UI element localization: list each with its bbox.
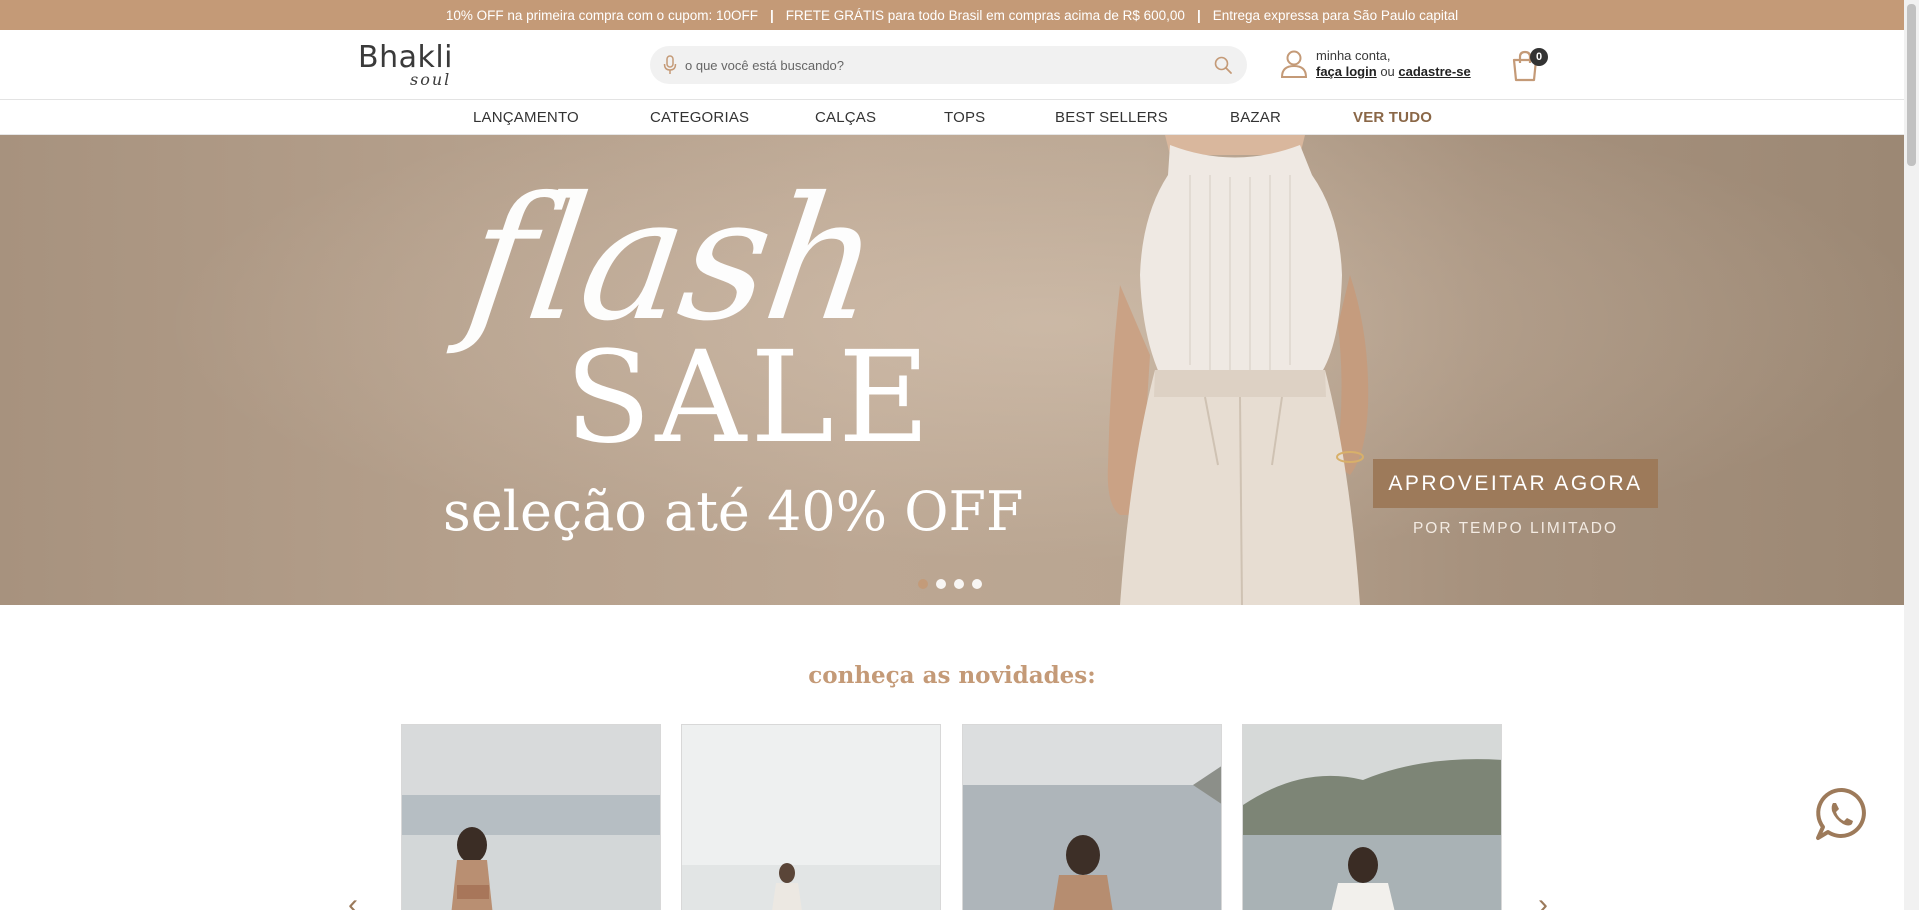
announcement-separator: | xyxy=(769,7,774,23)
hero-flash-script: flash xyxy=(456,161,890,359)
login-link[interactable]: faça login xyxy=(1316,64,1377,79)
site-header: Bhakli soul minha conta, f xyxy=(0,30,1904,100)
nav-item-best-sellers[interactable]: BEST SELLERS xyxy=(1055,109,1168,126)
carousel-dot-4[interactable] xyxy=(972,579,982,589)
whatsapp-icon[interactable] xyxy=(1814,786,1870,842)
carousel-prev-arrow[interactable]: ‹ xyxy=(348,888,358,910)
signup-link[interactable]: cadastre-se xyxy=(1398,64,1470,79)
scrollbar-thumb[interactable] xyxy=(1907,4,1916,166)
search-bar xyxy=(650,46,1247,84)
account-links: faça login ou cadastre-se xyxy=(1316,64,1471,80)
hero-limited-time: POR TEMPO LIMITADO xyxy=(1412,520,1619,537)
user-icon[interactable] xyxy=(1280,49,1308,79)
product-image-4 xyxy=(1243,725,1501,910)
nav-item-calcas[interactable]: CALÇAS xyxy=(815,109,876,126)
search-icon[interactable] xyxy=(1213,55,1233,75)
hero-subtitle: seleção até 40% OFF xyxy=(443,480,1024,543)
section-title-novidades: conheça as novidades: xyxy=(808,662,1096,689)
carousel-next-arrow[interactable]: › xyxy=(1538,888,1548,910)
or-text: ou xyxy=(1380,64,1395,79)
nav-item-tops[interactable]: TOPS xyxy=(944,109,985,126)
carousel-dot-2[interactable] xyxy=(936,579,946,589)
nav-item-lancamento[interactable]: LANÇAMENTO xyxy=(473,109,579,126)
cart-button[interactable]: 0 xyxy=(1510,48,1548,82)
hero-banner[interactable]: flash SALE seleção até 40% OFF APROVEITA… xyxy=(0,135,1904,605)
product-image-1 xyxy=(402,725,660,910)
carousel-dot-1[interactable] xyxy=(918,579,928,589)
product-image-2 xyxy=(682,725,940,910)
product-card-1[interactable] xyxy=(401,724,661,910)
logo-script: soul xyxy=(410,70,452,89)
page-scrollbar[interactable] xyxy=(1904,0,1919,910)
product-card-2[interactable] xyxy=(681,724,941,910)
cart-count-badge: 0 xyxy=(1530,48,1548,66)
account-area: minha conta, faça login ou cadastre-se xyxy=(1280,44,1471,84)
account-greeting: minha conta, xyxy=(1316,48,1391,63)
hero-cta-button[interactable]: APROVEITAR AGORA xyxy=(1373,459,1658,508)
carousel-dots xyxy=(918,579,982,589)
announcement-express-delivery: Entrega expressa para São Paulo capital xyxy=(1212,7,1459,23)
account-text: minha conta, faça login ou cadastre-se xyxy=(1316,48,1471,80)
announcement-separator: | xyxy=(1196,7,1201,23)
announcement-free-shipping: FRETE GRÁTIS para todo Brasil em compras… xyxy=(785,7,1185,23)
announcement-coupon: 10% OFF na primeira compra com o cupom: … xyxy=(445,7,758,23)
announcement-bar: 10% OFF na primeira compra com o cupom: … xyxy=(0,0,1904,30)
carousel-dot-3[interactable] xyxy=(954,579,964,589)
search-input[interactable] xyxy=(677,47,1213,83)
page: { "topbar": { "msg1": "10% OFF na primei… xyxy=(0,0,1919,910)
product-image-3 xyxy=(963,725,1221,910)
product-card-4[interactable] xyxy=(1242,724,1502,910)
microphone-icon[interactable] xyxy=(663,55,677,75)
nav-item-bazar[interactable]: BAZAR xyxy=(1230,109,1281,126)
nav-item-categorias[interactable]: CATEGORIAS xyxy=(650,109,749,126)
nav-item-ver-tudo[interactable]: VER TUDO xyxy=(1353,109,1432,126)
main-nav: LANÇAMENTO CATEGORIAS CALÇAS TOPS BEST S… xyxy=(0,101,1904,135)
hero-sale-title: SALE xyxy=(565,324,934,471)
brand-logo[interactable]: Bhakli soul xyxy=(358,40,478,92)
product-card-3[interactable] xyxy=(962,724,1222,910)
